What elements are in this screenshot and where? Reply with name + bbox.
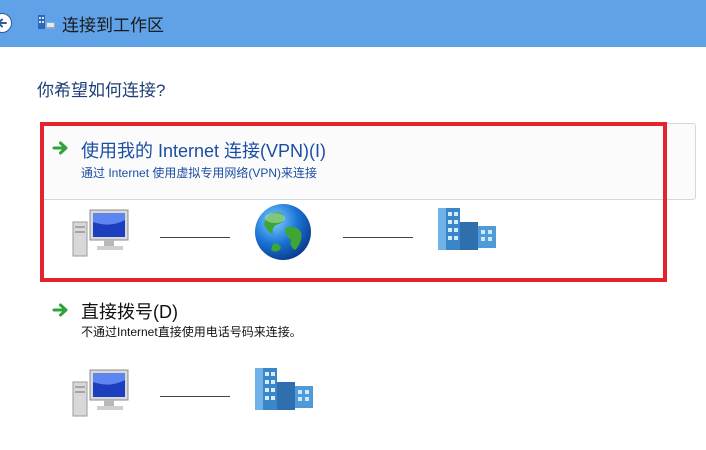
page-heading: 你希望如何连接? — [37, 81, 166, 100]
network-workplace-icon — [37, 13, 57, 31]
title-bar: 连接到工作区 — [0, 0, 706, 47]
computer-icon — [72, 369, 129, 417]
window-title: 连接到工作区 — [62, 16, 164, 35]
highlight-frame — [40, 122, 667, 282]
dialup-option-title[interactable]: 直接拨号(D) — [81, 298, 178, 324]
connection-line — [160, 396, 230, 397]
office-building-icon — [255, 368, 313, 410]
green-arrow-icon — [52, 303, 68, 317]
back-arrow-icon[interactable] — [0, 13, 12, 33]
dialup-option-description: 不通过Internet直接使用电话号码来连接。 — [81, 325, 302, 339]
